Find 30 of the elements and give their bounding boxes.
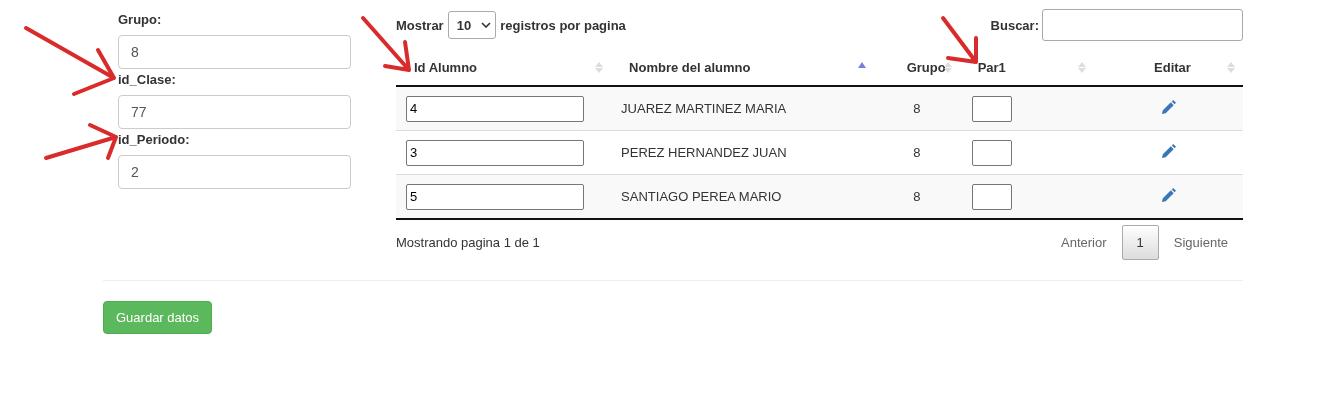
input-field[interactable]: 2 — [118, 155, 351, 189]
arrow-drawing — [941, 16, 978, 64]
id-input[interactable]: 5 — [406, 183, 584, 210]
id-input[interactable]: 4 — [406, 95, 584, 122]
page-info: Mostrando pagina 1 de 1 — [396, 235, 540, 250]
grade-input[interactable] — [971, 139, 1012, 166]
page-button[interactable]: 1 — [1121, 225, 1159, 260]
search-label: Buscar: — [990, 17, 1039, 33]
field-label: Grupo: — [118, 12, 163, 28]
id-input[interactable]: 3 — [406, 139, 584, 166]
input-field[interactable]: 8 — [118, 35, 351, 69]
table-cell: 8 — [913, 145, 921, 160]
grade-input[interactable] — [971, 183, 1012, 210]
pencil-icon[interactable] — [1161, 143, 1176, 159]
table-cell: PEREZ HERNANDEZ JUAN — [621, 145, 787, 160]
table-cell: SANTIAGO PEREA MARIO — [621, 189, 782, 204]
pencil-icon[interactable] — [1161, 187, 1176, 203]
grade-input[interactable] — [971, 95, 1012, 122]
table-cell: JUAREZ MARTINEZ MARIA — [621, 101, 787, 116]
field-label: id_Periodo: — [118, 132, 191, 148]
search-field[interactable] — [1042, 9, 1243, 41]
field-label: id_Clase: — [118, 72, 177, 88]
show-label: Mostrar — [396, 17, 444, 33]
table-cell: 8 — [913, 101, 921, 116]
per-page-label: registros por pagina — [500, 17, 626, 33]
table-cell: 8 — [913, 189, 921, 204]
pencil-icon[interactable] — [1161, 99, 1176, 115]
input-field[interactable]: 77 — [118, 95, 351, 129]
page-size-select[interactable]: 10 — [447, 11, 497, 39]
chevron-icon — [481, 22, 492, 28]
